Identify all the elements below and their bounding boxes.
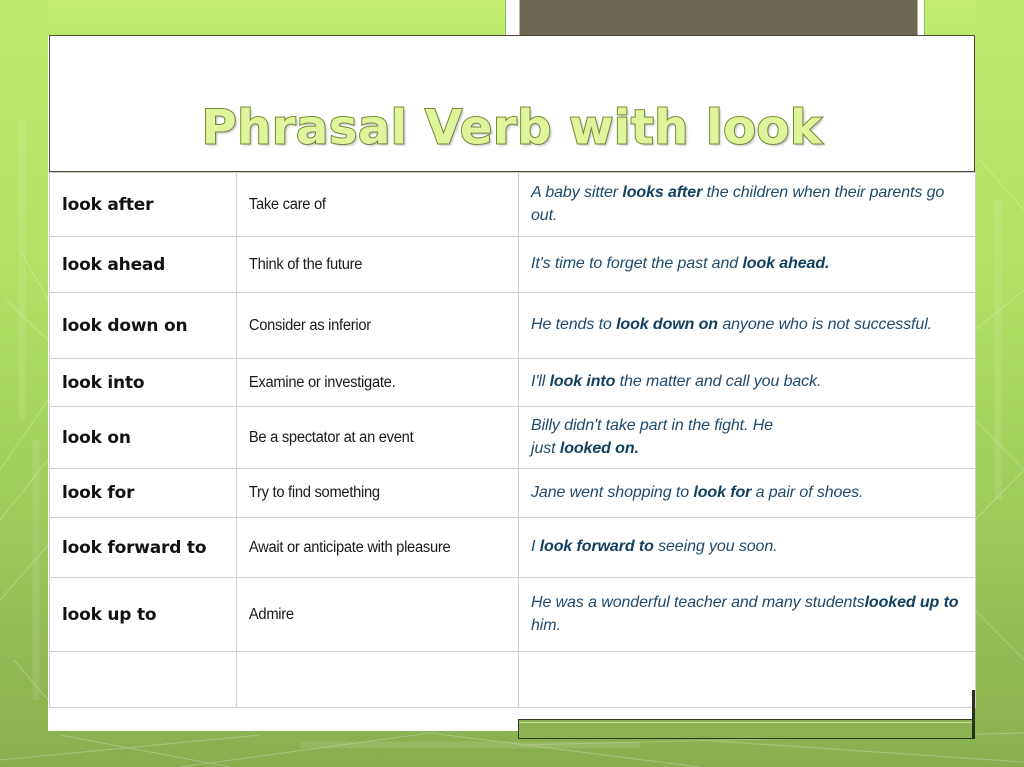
example-text: him. (531, 616, 561, 634)
example-text: just (531, 439, 560, 457)
example-phrasal-verb: look for (693, 483, 752, 501)
table-row (49, 651, 976, 708)
example-text: seeing you soon. (653, 538, 778, 556)
cell-phrasal-verb: look into (49, 358, 237, 407)
table-row: look into Examine or investigate. I'll loo… (49, 358, 976, 407)
top-left-green-band (0, 0, 519, 36)
cell-phrasal-verb (49, 651, 237, 708)
cell-phrasal-verb: look forward to (49, 517, 237, 578)
table-right-dark-edge (972, 690, 975, 739)
example-text: Jane went shopping to (531, 483, 694, 501)
cell-example: He was a wonderful teacher and many stud… (518, 577, 976, 652)
table-row: look ahead Think of the future It's time t… (49, 236, 976, 293)
example-phrasal-verb: look into (549, 373, 616, 391)
example-phrasal-verb: look ahead. (742, 255, 830, 273)
cell-example: I look forward to seeing you soon. (518, 517, 976, 578)
cell-meaning: Examine or investigate. (236, 358, 505, 407)
cell-example: It's time to forget the past and look ah… (518, 236, 976, 293)
table-row: look forward to Await or anticipate with … (49, 517, 976, 578)
table-row: look on Be a spectator at an event Billy d… (49, 406, 976, 469)
example-text: anyone who is not successful. (717, 316, 932, 334)
example-text: He tends to (531, 316, 617, 334)
cell-phrasal-verb: look for (49, 468, 237, 518)
cell-meaning: Try to find something (236, 468, 505, 518)
cell-phrasal-verb: look up to (49, 577, 237, 652)
title-panel: Phrasal Verb with look (49, 35, 975, 172)
cell-meaning: Consider as inferior (236, 292, 505, 359)
example-text: He was a wonderful teacher and many stud… (531, 593, 865, 611)
cell-phrasal-verb: look ahead (49, 236, 237, 293)
example-text: a pair of shoes. (751, 483, 864, 501)
cell-meaning: Think of the future (236, 236, 505, 293)
cell-meaning: Admire (236, 577, 505, 652)
phrasal-verb-table-wrap: look after Take care of A baby sitter look… (49, 172, 976, 731)
example-text: I (531, 538, 540, 556)
table-row: look down on Consider as inferior He tends… (49, 292, 976, 359)
example-phrasal-verb: looked up to (864, 593, 959, 611)
example-phrasal-verb: looked on. (559, 439, 639, 457)
example-phrasal-verb: looks after (622, 183, 703, 201)
example-phrasal-verb: look forward to (539, 538, 654, 556)
cell-meaning: Take care of (236, 172, 505, 237)
cell-example: A baby sitter looks after the children w… (518, 172, 976, 237)
cell-phrasal-verb: look down on (49, 292, 237, 359)
phrasal-verb-table: look after Take care of A baby sitter look… (49, 172, 976, 708)
cell-example: Jane went shopping to look for a pair of… (518, 468, 976, 518)
page-title: Phrasal Verb with look (201, 100, 823, 156)
cell-meaning (236, 651, 505, 708)
bottom-overlay-highlight (519, 722, 973, 723)
cell-example: Billy didn't take part in the fight. He j… (518, 406, 976, 469)
table-row: look up to Admire He was a wonderful teach… (49, 577, 976, 652)
cell-example: I'll look into the matter and call you b… (518, 358, 976, 407)
cell-example: He tends to look down on anyone who is n… (518, 292, 976, 359)
example-text: I'll (531, 373, 550, 391)
cell-phrasal-verb: look on (49, 406, 237, 469)
table-row: look after Take care of A baby sitter look… (49, 172, 976, 237)
example-text: It's time to forget the past and (531, 255, 743, 273)
example-text: A baby sitter (531, 183, 623, 201)
slide: Phrasal Verb with look look after Take ca… (0, 0, 1024, 767)
example-phrasal-verb: look down on (616, 316, 718, 334)
cell-meaning: Await or anticipate with pleasure (236, 517, 505, 578)
cell-example (518, 651, 976, 708)
cell-phrasal-verb: look after (49, 172, 237, 237)
table-row: look for Try to find something Jane went s… (49, 468, 976, 518)
cell-meaning: Be a spectator at an event (236, 406, 505, 469)
example-text: Billy didn't take part in the fight. He (531, 416, 773, 434)
example-text: the matter and call you back. (615, 373, 822, 391)
